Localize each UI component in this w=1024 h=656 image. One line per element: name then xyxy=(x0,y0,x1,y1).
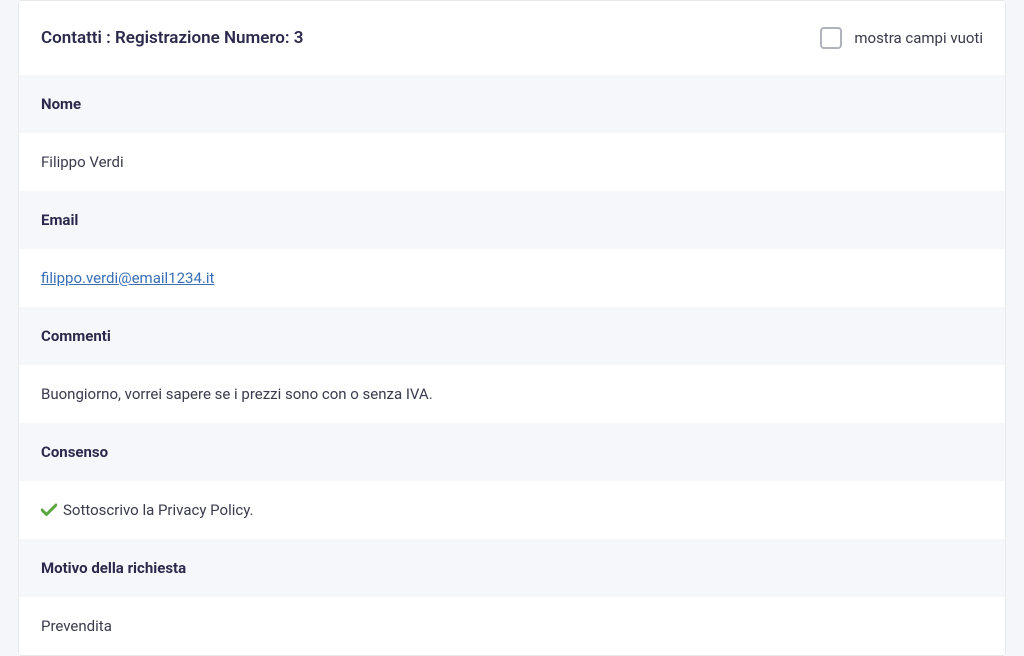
field-label-name: Nome xyxy=(19,75,1005,133)
show-empty-label: mostra campi vuoti xyxy=(854,29,983,47)
field-label-comments: Commenti xyxy=(19,307,1005,365)
field-value-email: filippo.verdi@email1234.it xyxy=(19,249,1005,307)
field-value-comments: Buongiorno, vorrei sapere se i prezzi so… xyxy=(19,365,1005,423)
show-empty-toggle[interactable]: mostra campi vuoti xyxy=(820,27,983,49)
panel-header: Contatti : Registrazione Numero: 3 mostr… xyxy=(19,1,1005,75)
email-link[interactable]: filippo.verdi@email1234.it xyxy=(41,269,214,287)
show-empty-checkbox[interactable] xyxy=(820,27,842,49)
field-label-consent: Consenso xyxy=(19,423,1005,481)
record-detail-panel: Contatti : Registrazione Numero: 3 mostr… xyxy=(18,0,1006,656)
field-label-reason: Motivo della richiesta xyxy=(19,539,1005,597)
checkmark-icon xyxy=(41,502,57,518)
page-title: Contatti : Registrazione Numero: 3 xyxy=(41,28,303,48)
field-value-name: Filippo Verdi xyxy=(19,133,1005,191)
field-label-email: Email xyxy=(19,191,1005,249)
field-value-reason: Prevendita xyxy=(19,597,1005,655)
consent-text: Sottoscrivo la Privacy Policy. xyxy=(63,501,253,519)
field-value-consent: Sottoscrivo la Privacy Policy. xyxy=(19,481,1005,539)
